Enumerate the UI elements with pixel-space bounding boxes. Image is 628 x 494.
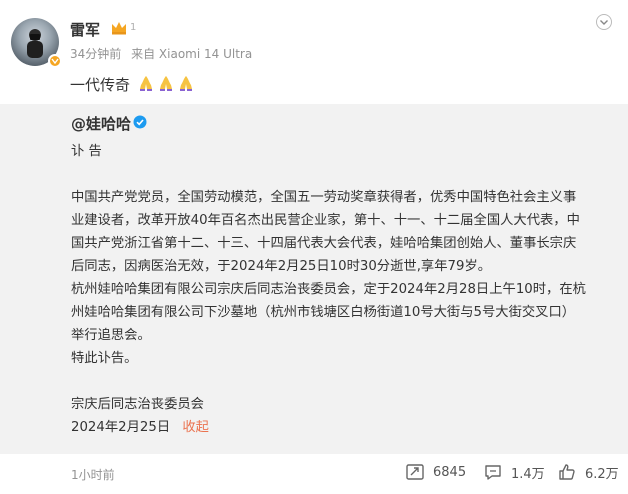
post-footer: 1小时前 6845 1.4万 6.2万	[0, 454, 628, 494]
avatar-badge-icon	[48, 54, 62, 68]
username[interactable]: 雷军	[70, 19, 100, 40]
vip-level: 1	[130, 22, 137, 33]
repost-time[interactable]: 1小时前	[71, 466, 115, 483]
repost-card[interactable]: @娃哈哈 讣 告 中国共产党党员，全国劳动模范，全国五一劳动奖章获得者，优秀中国…	[0, 104, 628, 454]
body-line: 举行追思会。	[71, 328, 151, 343]
pray-emoji-icon	[140, 76, 152, 91]
repost-icon	[406, 464, 424, 480]
body-line-blank	[71, 370, 611, 393]
body-line: 国共产党浙江省第十二、十三、十四届代表大会代表，娃哈哈集团创始人、董事长宗庆	[71, 236, 577, 251]
body-line: 业建设者，改革开放40年百名杰出民营企业家，第十、十一、十二届全国人大代表，中	[71, 213, 580, 228]
repost-username[interactable]: @娃哈哈	[71, 113, 131, 134]
repost-body: 讣 告 中国共产党党员，全国劳动模范，全国五一劳动奖章获得者，优秀中国特色社会主…	[71, 140, 611, 439]
pray-emoji-icon	[180, 76, 192, 91]
fold-link[interactable]: 收起	[182, 420, 209, 435]
pray-emoji-icon	[160, 76, 172, 91]
avatar-person-icon	[27, 29, 43, 58]
post-time[interactable]: 34分钟前	[70, 47, 121, 61]
repost-button[interactable]: 6845	[405, 462, 466, 482]
comment-count: 1.4万	[511, 466, 545, 482]
like-icon	[559, 464, 575, 480]
body-line: 后同志，因病医治无效，于2024年2月25日10时30分逝世,享年79岁。	[71, 259, 492, 274]
body-line: 中国共产党党员，全国劳动模范，全国五一劳动奖章获得者，优秀中国特色社会主义事	[71, 190, 577, 205]
comment-icon	[485, 465, 501, 480]
more-chevron-icon[interactable]	[596, 14, 612, 30]
body-line-blank	[71, 163, 611, 186]
comment-button[interactable]: 1.4万	[483, 462, 545, 482]
body-line: 讣 告	[71, 144, 102, 159]
vip-crown-icon[interactable]	[110, 20, 128, 36]
emoji-row	[137, 74, 195, 92]
body-line: 杭州娃哈哈集团有限公司宗庆后同志治丧委员会，定于2024年2月28日上午10时，…	[71, 282, 586, 297]
body-line: 特此讣告。	[71, 351, 138, 366]
repost-date: 2024年2月25日	[71, 420, 171, 435]
post-text: 一代传奇	[70, 76, 131, 94]
date-line: 2024年2月25日 收起	[71, 416, 611, 439]
body-line: 宗庆后同志治丧委员会	[71, 397, 204, 412]
body-line: 州娃哈哈集团有限公司下沙墓地（杭州市钱塘区白杨街道10号大街与5号大街交叉口）	[71, 305, 576, 320]
post-header: 雷军 1 34分钟前 来自 Xiaomi 14 Ultra 一代传奇	[0, 0, 628, 104]
repost-count: 6845	[433, 464, 467, 480]
verified-icon	[133, 115, 147, 129]
post-meta: 34分钟前 来自 Xiaomi 14 Ultra	[70, 45, 258, 62]
like-count: 6.2万	[585, 466, 619, 482]
post-source: 来自 Xiaomi 14 Ultra	[131, 47, 253, 61]
like-button[interactable]: 6.2万	[557, 462, 619, 482]
